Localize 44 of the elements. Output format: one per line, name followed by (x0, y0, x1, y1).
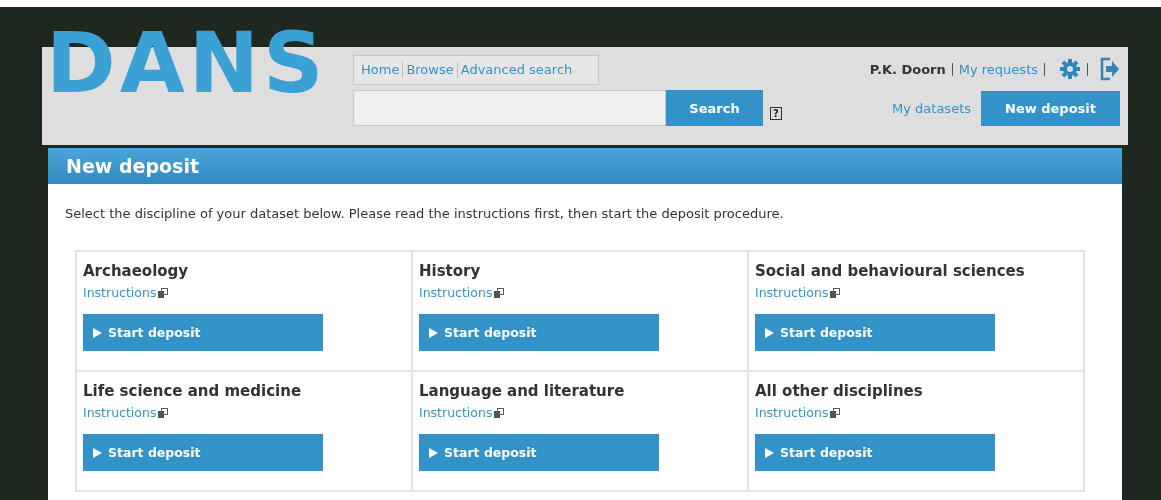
discipline-title: Archaeology (83, 261, 190, 281)
nav-link[interactable]: Browse (402, 62, 457, 78)
help-icon[interactable]: ? (770, 106, 782, 120)
logout-icon[interactable] (1100, 57, 1120, 81)
discipline-title: History (419, 261, 482, 281)
instructions-link[interactable]: Instructions (83, 285, 157, 300)
search-field[interactable] (353, 90, 666, 126)
instructions-link[interactable]: Instructions (419, 405, 493, 420)
instructions-link[interactable]: Instructions (755, 285, 829, 300)
start-deposit-button[interactable]: Start deposit (755, 434, 995, 471)
new-window-icon (158, 407, 169, 418)
play-icon (765, 327, 774, 338)
instructions-link[interactable]: Instructions (755, 405, 829, 420)
play-icon (765, 447, 774, 458)
start-deposit-button[interactable]: Start deposit (419, 434, 659, 471)
instructions-link[interactable]: Instructions (419, 285, 493, 300)
search-button[interactable]: Search (666, 90, 763, 126)
new-deposit-button[interactable]: New deposit (981, 91, 1120, 126)
play-icon (93, 327, 102, 338)
new-window-icon (830, 287, 841, 298)
new-window-icon (158, 287, 169, 298)
discipline-title: Social and behavioural sciences (755, 261, 1026, 281)
intro-text: Select the discipline of your dataset below. Please read the instructions first, then start the deposit procedure. (65, 206, 785, 221)
new-window-icon (494, 287, 505, 298)
start-deposit-button[interactable]: Start deposit (83, 434, 323, 471)
instructions-link[interactable]: Instructions (83, 405, 157, 420)
play-icon (429, 447, 438, 458)
discipline-title: Language and literature (419, 381, 626, 401)
my-requests-link[interactable]: My requests (958, 61, 1038, 77)
play-icon (429, 327, 438, 338)
panel-title: New deposit (48, 148, 1122, 184)
user-name: P.K. Doorn (869, 61, 946, 77)
my-datasets-link[interactable]: My datasets (892, 101, 971, 116)
new-window-icon (830, 407, 841, 418)
start-deposit-button[interactable]: Start deposit (755, 314, 995, 351)
discipline-title: All other disciplines (755, 381, 924, 401)
nav-link[interactable]: Home (358, 62, 403, 78)
nav-link[interactable]: Advanced search (456, 62, 576, 78)
start-deposit-button[interactable]: Start deposit (83, 314, 323, 351)
new-window-icon (494, 407, 505, 418)
discipline-title: Life science and medicine (83, 381, 303, 401)
start-deposit-button[interactable]: Start deposit (419, 314, 659, 351)
play-icon (93, 447, 102, 458)
settings-icon[interactable] (1059, 58, 1081, 80)
